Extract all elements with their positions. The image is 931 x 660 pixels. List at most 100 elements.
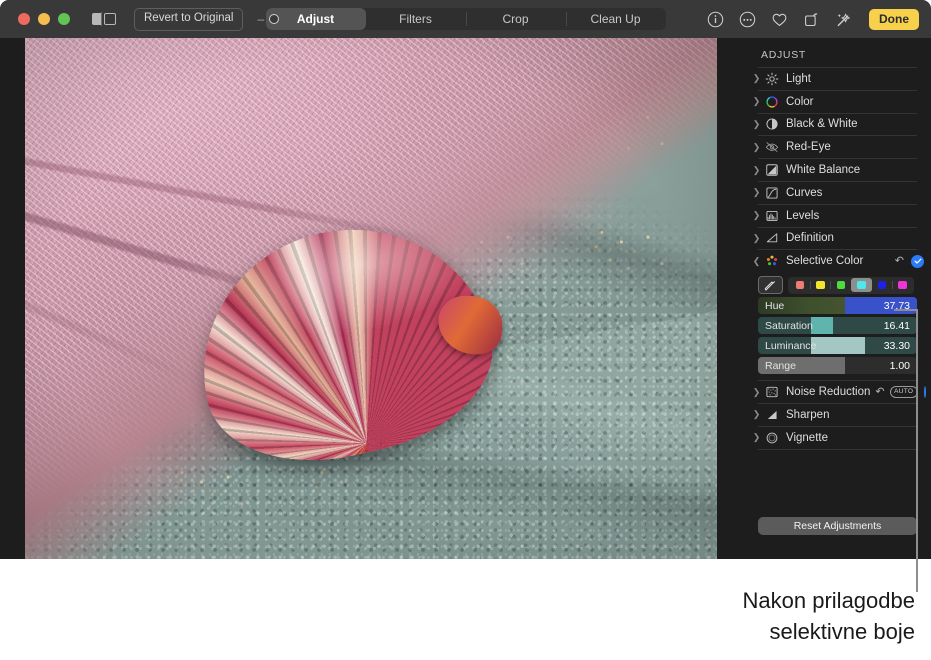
adjust-item-noise-reduction[interactable]: ❯ Noise Reduction ↶ AU (744, 381, 931, 403)
swatch-yellow[interactable] (810, 278, 831, 292)
adjust-item-color[interactable]: ❯ Color (744, 91, 931, 113)
rotate-icon[interactable] (802, 10, 821, 29)
adjust-item-label: Levels (786, 210, 819, 222)
adjust-item-black-and-white[interactable]: ❯ Black & White (744, 114, 931, 136)
chevron-right-icon[interactable]: ❯ (752, 143, 761, 152)
slider-label: Luminance (765, 337, 816, 354)
photo-vignette (25, 38, 717, 559)
minimize-button[interactable] (38, 13, 50, 25)
black-and-white-icon (764, 116, 780, 132)
red-eye-icon (764, 139, 780, 155)
chevron-right-icon[interactable]: ❯ (752, 188, 761, 197)
chevron-right-icon[interactable]: ❯ (752, 388, 761, 397)
checkmark-enabled-icon[interactable] (911, 255, 924, 268)
chevron-right-icon[interactable]: ❯ (752, 410, 761, 419)
revert-to-original-button[interactable]: Revert to Original (134, 8, 243, 31)
toolbar: Revert to Original – + Adjust Filters Cr… (0, 0, 931, 38)
chevron-right-icon[interactable]: ❯ (752, 234, 761, 243)
selective-color-picker-row (758, 276, 931, 294)
swatch-green[interactable] (831, 278, 852, 292)
chevron-right-icon[interactable]: ❯ (752, 166, 761, 175)
adjust-item-selective-color[interactable]: ❮ Selective Color ↶ (744, 250, 931, 272)
zoom-out-icon[interactable]: – (257, 12, 264, 26)
more-options-icon[interactable] (738, 10, 757, 29)
photos-edit-window: Revert to Original – + Adjust Filters Cr… (0, 0, 931, 559)
window-controls (18, 13, 70, 25)
adjust-panel: ADJUST ❯ Light ❯ (744, 38, 931, 559)
tab-filters[interactable]: Filters (366, 8, 466, 30)
adjust-item-definition[interactable]: ❯ Definition (744, 228, 931, 250)
info-icon[interactable] (706, 10, 725, 29)
curves-icon (764, 185, 780, 201)
chevron-right-icon[interactable]: ❯ (752, 74, 761, 83)
slider-value: 33.30 (884, 337, 910, 354)
adjust-item-noise-reduction-wrap: ❯ Noise Reduction ↶ AU (744, 381, 931, 404)
adjust-item-red-eye-wrap: ❯ Red-Eye (744, 136, 931, 159)
white-balance-icon (764, 162, 780, 178)
tab-clean-up[interactable]: Clean Up (566, 8, 666, 30)
swatch-red[interactable] (790, 278, 811, 292)
slider-value: 37.73 (884, 297, 910, 314)
auto-enhance-icon[interactable] (834, 10, 853, 29)
swatch-cyan[interactable] (851, 278, 872, 292)
selective-color-icon (764, 253, 780, 269)
adjust-item-label: Sharpen (786, 409, 829, 421)
divider (758, 449, 917, 450)
edit-mode-tabs: Adjust Filters Crop Clean Up (266, 8, 666, 30)
caption: Nakon prilagodbe selektivne boje (615, 585, 915, 647)
slider-fill (811, 317, 832, 334)
zoom-button[interactable] (58, 13, 70, 25)
chevron-right-icon[interactable]: ❯ (752, 120, 761, 129)
adjust-item-white-balance[interactable]: ❯ White Balance (744, 159, 931, 181)
favorite-heart-icon[interactable] (770, 10, 789, 29)
selective-color-sliders: Hue 37.73 Saturation 16.41 Luminance 33.… (758, 297, 917, 374)
edited-photo[interactable] (25, 38, 717, 559)
swatch-magenta[interactable] (892, 278, 913, 292)
adjust-item-light[interactable]: ❯ Light (744, 68, 931, 90)
done-button[interactable]: Done (869, 9, 919, 30)
slider-range[interactable]: Range 1.00 (758, 357, 917, 374)
adjust-item-label: Selective Color (786, 255, 863, 267)
reset-adjustments-button[interactable]: Reset Adjustments (758, 517, 917, 535)
adjust-item-sharpen[interactable]: ❯ Sharpen (744, 404, 931, 426)
auto-badge[interactable]: AUTO (890, 386, 918, 399)
tab-crop[interactable]: Crop (466, 8, 566, 30)
reset-arrow-icon[interactable]: ↶ (875, 387, 884, 398)
adjust-item-label: Vignette (786, 432, 828, 444)
slider-saturation[interactable]: Saturation 16.41 (758, 317, 917, 334)
adjust-item-red-eye[interactable]: ❯ Red-Eye (744, 136, 931, 158)
slider-label: Saturation (765, 317, 813, 334)
chevron-right-icon[interactable]: ❯ (752, 433, 761, 442)
toolbar-actions: Done (706, 9, 923, 30)
adjust-item-label: Definition (786, 232, 834, 244)
reset-arrow-icon[interactable]: ↶ (895, 256, 904, 267)
caption-line-1: Nakon prilagodbe (615, 585, 915, 616)
swatch-blue[interactable] (872, 278, 893, 292)
enable-ring-icon[interactable] (924, 386, 926, 398)
split-right-icon (104, 13, 116, 25)
chevron-right-icon[interactable]: ❯ (752, 97, 761, 106)
noise-reduction-icon (764, 384, 780, 400)
color-channel-swatches (788, 277, 914, 294)
vignette-icon (764, 430, 780, 446)
color-wheel-icon (764, 94, 780, 110)
levels-icon (764, 208, 780, 224)
close-button[interactable] (18, 13, 30, 25)
eyedropper-icon[interactable] (758, 276, 783, 294)
chevron-down-icon[interactable]: ❮ (752, 257, 761, 266)
adjust-item-levels[interactable]: ❯ Levels (744, 205, 931, 227)
adjust-item-label: Red-Eye (786, 141, 831, 153)
slider-hue[interactable]: Hue 37.73 (758, 297, 917, 314)
tab-adjust[interactable]: Adjust (266, 8, 366, 30)
chevron-right-icon[interactable]: ❯ (752, 211, 761, 220)
adjust-item-vignette[interactable]: ❯ Vignette (744, 427, 931, 449)
split-view-toggle-icon[interactable] (92, 12, 116, 26)
slider-luminance[interactable]: Luminance 33.30 (758, 337, 917, 354)
adjust-item-label: Black & White (786, 118, 858, 130)
adjust-item-light-wrap: ❯ Light (744, 68, 931, 91)
split-divider (101, 12, 102, 26)
adjust-item-curves[interactable]: ❯ Curves (744, 182, 931, 204)
adjust-item-white-balance-wrap: ❯ White Balance (744, 159, 931, 182)
caption-line-2: selektivne boje (615, 616, 915, 647)
adjust-item-label: Color (786, 96, 813, 108)
